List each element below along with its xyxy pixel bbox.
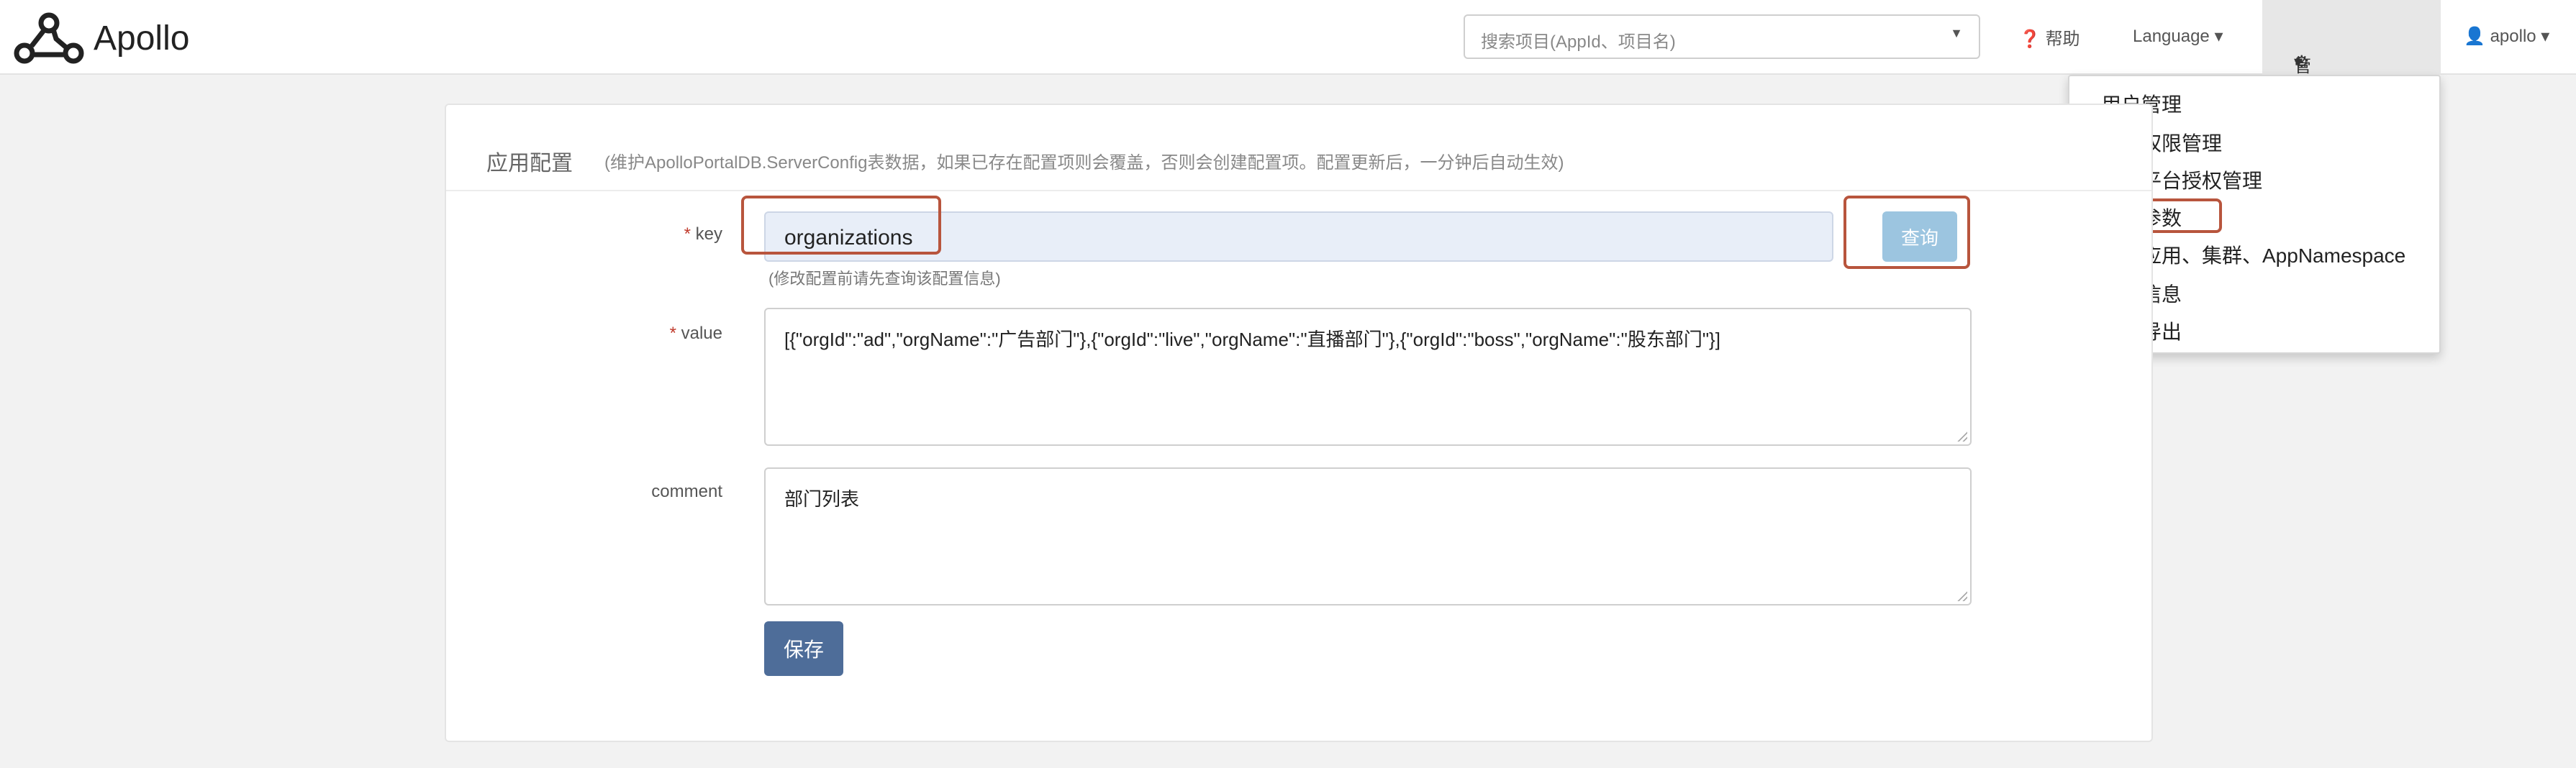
- value-label: * value: [579, 324, 722, 344]
- save-button[interactable]: 保存: [764, 621, 843, 676]
- highlight-box-key: [741, 196, 941, 255]
- user-dropdown[interactable]: 👤 apollo ▾: [2464, 26, 2549, 47]
- panel-description: (维护ApolloPortalDB.ServerConfig表数据，如果已存在配…: [604, 153, 1564, 173]
- required-mark: *: [669, 324, 676, 343]
- comment-textarea[interactable]: 部门列表: [764, 467, 1972, 605]
- question-circle-icon: ❓: [2019, 29, 2041, 49]
- user-label: apollo: [2490, 27, 2536, 46]
- highlight-box-query: [1843, 196, 1970, 269]
- comment-textarea-content: 部门列表: [784, 488, 860, 510]
- help-link[interactable]: ❓ 帮助: [2019, 24, 2080, 50]
- panel-title: 应用配置: [486, 152, 573, 175]
- comment-label: comment: [651, 482, 722, 501]
- resize-handle-icon[interactable]: [1957, 591, 1967, 601]
- chevron-down-icon: ▼: [1950, 26, 1963, 40]
- panel-heading: 应用配置 (维护ApolloPortalDB.ServerConfig表数据，如…: [446, 105, 2151, 191]
- language-dropdown[interactable]: Language ▾: [2133, 26, 2223, 47]
- language-label: Language: [2133, 27, 2210, 46]
- top-navbar: Apollo 搜索项目(AppId、项目名) ▼ ❓ 帮助 Language ▾…: [0, 0, 2576, 177]
- brand-name[interactable]: Apollo: [94, 19, 189, 58]
- search-placeholder: 搜索项目(AppId、项目名): [1481, 32, 1676, 52]
- key-help-text: (修改配置前请先查询该配置信息): [768, 270, 1001, 288]
- resize-handle-icon[interactable]: [1957, 431, 1967, 442]
- key-label: * key: [579, 224, 722, 244]
- value-textarea[interactable]: [{"orgId":"ad","orgName":"广告部门"},{"orgId…: [764, 308, 1972, 446]
- project-search-select[interactable]: 搜索项目(AppId、项目名) ▼: [1464, 14, 1980, 59]
- value-label-text: value: [681, 324, 722, 343]
- required-mark: *: [684, 224, 691, 244]
- apollo-logo-icon[interactable]: [12, 10, 86, 68]
- caret-down-icon: ▾: [2214, 27, 2223, 46]
- help-label: 帮助: [2045, 29, 2080, 49]
- caret-down-icon: ▾: [2294, 52, 2303, 72]
- value-textarea-content: [{"orgId":"ad","orgName":"广告部门"},{"orgId…: [784, 329, 1720, 350]
- key-label-text: key: [695, 224, 722, 244]
- caret-down-icon: ▾: [2536, 27, 2550, 46]
- user-icon: 👤: [2464, 27, 2490, 46]
- admin-tools-dropdown[interactable]: ⚙ 管理员工具 ▾: [2262, 0, 2441, 177]
